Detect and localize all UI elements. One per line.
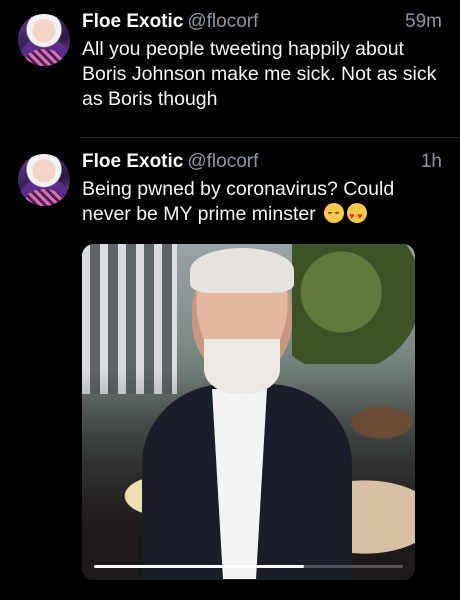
video-progress-fill [94, 565, 305, 568]
tweet-header: Floe Exotic @flocorf [82, 10, 258, 34]
divider [80, 137, 460, 138]
timestamp: 1h [420, 151, 442, 172]
relieved-face-icon [324, 203, 345, 223]
user-handle[interactable]: @flocorf [187, 151, 258, 172]
user-handle[interactable]: @flocorf [187, 11, 258, 32]
person-image [142, 244, 352, 580]
tweet-1[interactable]: Floe Exotic @flocorf 59m All you people t… [0, 10, 460, 135]
tweet-text: All you people tweeting happily about Bo… [82, 38, 437, 110]
video-thumbnail[interactable] [82, 244, 415, 580]
heart-eyes-face-icon [347, 203, 368, 229]
avatar[interactable] [18, 14, 70, 66]
display-name[interactable]: Floe Exotic [82, 11, 183, 32]
avatar[interactable] [18, 154, 70, 206]
display-name[interactable]: Floe Exotic [82, 151, 183, 172]
video-progress-bar[interactable] [94, 565, 403, 568]
tweet-text: Being pwned by coronavirus? Could never … [82, 177, 447, 229]
timestamp: 59m [405, 11, 442, 32]
tweet-header: Floe Exotic @flocorf [82, 150, 258, 174]
